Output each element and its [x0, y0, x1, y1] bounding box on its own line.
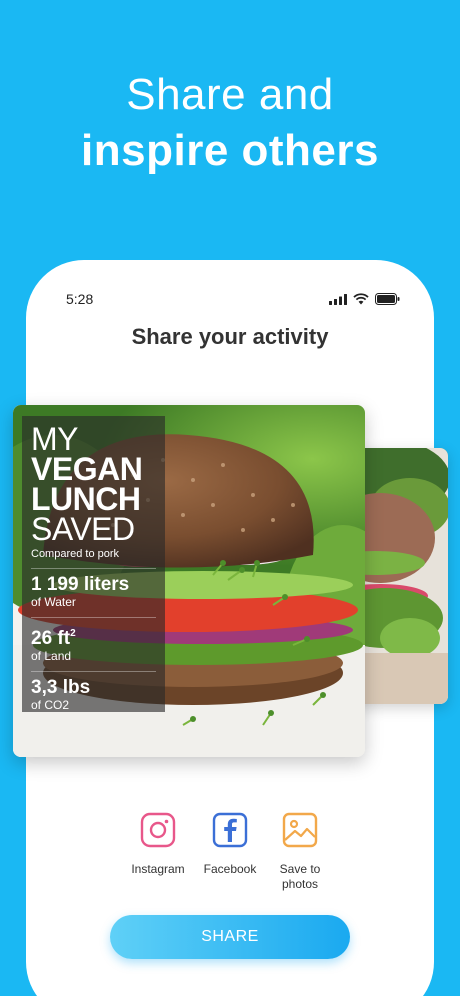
title-saved: SAVED [31, 511, 135, 547]
share-instagram-label: Instagram [131, 862, 185, 876]
title-my: MY [31, 421, 79, 457]
divider [31, 617, 156, 618]
headline: Share and inspire others [0, 68, 460, 180]
stat-land-unit: of Land [31, 649, 72, 663]
share-facebook-label: Facebook [203, 862, 257, 876]
photos-icon [282, 812, 318, 848]
signal-icon [329, 293, 347, 305]
stat-water-value: 1 199 liters [31, 574, 130, 595]
wifi-icon [353, 293, 369, 305]
share-options: Instagram Facebook Save to photos [26, 812, 434, 892]
divider [31, 671, 156, 672]
headline-line-2: inspire others [81, 126, 379, 175]
status-icons [329, 293, 400, 305]
impact-overlay: MY VEGAN LUNCH SAVED Compared to pork 1 … [22, 416, 165, 712]
stat-co2-unit: of CO2 [31, 698, 70, 712]
stat-water-unit: of Water [31, 595, 76, 609]
headline-line-1: Share and [126, 70, 334, 119]
instagram-icon [140, 812, 176, 848]
title-lunch: LUNCH [31, 481, 141, 517]
title-vegan: VEGAN [31, 451, 143, 487]
share-save-photos[interactable]: Save to photos [260, 812, 340, 892]
stat-land-value: 26 ft2 [31, 624, 156, 649]
stat-land-sup: 2 [70, 628, 76, 639]
share-facebook[interactable]: Facebook [190, 812, 270, 877]
divider [31, 568, 156, 569]
share-instagram[interactable]: Instagram [118, 812, 198, 877]
stat-co2-value: 3,3 lbs [31, 677, 91, 698]
share-button[interactable]: SHARE [110, 915, 350, 959]
screen-title: Share your activity [131, 324, 329, 349]
facebook-icon [212, 812, 248, 848]
stat-land-number: 26 ft [31, 628, 71, 649]
battery-icon [375, 293, 400, 305]
status-time: 5:28 [66, 291, 94, 307]
share-save-photos-label: Save to photos [279, 862, 321, 891]
compared-label: Compared to pork [31, 548, 120, 560]
